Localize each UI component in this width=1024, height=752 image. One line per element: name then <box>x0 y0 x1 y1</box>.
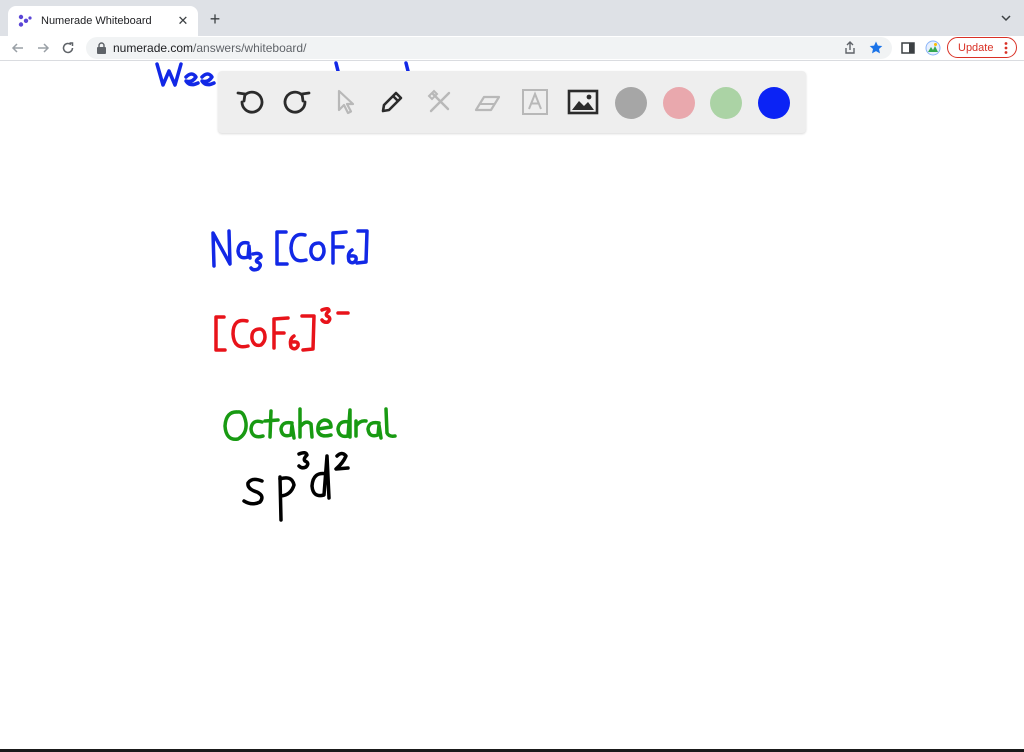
color-swatch-pink[interactable] <box>663 87 695 119</box>
ink-sp3d2 <box>242 450 350 522</box>
update-button[interactable]: Update <box>947 37 1017 58</box>
lock-icon[interactable] <box>96 42 107 54</box>
ink-cof6-3minus <box>214 306 350 352</box>
whiteboard-toolbar <box>218 71 806 133</box>
back-arrow-icon[interactable] <box>10 40 26 56</box>
profile-avatar-icon[interactable] <box>925 40 941 56</box>
tools-icon <box>427 89 451 113</box>
color-swatch-green[interactable] <box>710 87 742 119</box>
share-icon[interactable] <box>842 40 858 56</box>
side-panel-icon[interactable] <box>900 40 916 56</box>
tab-strip: Numerade Whiteboard ✕ + <box>0 0 1024 36</box>
url-host: numerade.com <box>113 41 194 55</box>
url-path: /answers/whiteboard/ <box>193 41 307 55</box>
text-button[interactable] <box>519 86 551 118</box>
chevron-down-icon[interactable] <box>1000 12 1012 24</box>
update-label: Update <box>958 41 994 54</box>
close-tab-icon[interactable]: ✕ <box>176 14 190 28</box>
more-options-icon[interactable] <box>1004 41 1008 55</box>
new-tab-icon[interactable]: + <box>206 10 224 28</box>
text-icon <box>522 89 548 115</box>
browser-toolbar: numerade.com/answers/whiteboard/ Update <box>0 36 1024 60</box>
color-swatch-blue[interactable] <box>758 87 790 119</box>
reload-icon[interactable] <box>60 40 76 56</box>
color-swatch-gray[interactable] <box>615 87 647 119</box>
ink-na3-cof6 <box>211 229 369 272</box>
pen-button[interactable] <box>376 86 408 118</box>
eraser-button[interactable] <box>471 86 503 118</box>
whiteboard-canvas[interactable] <box>0 61 1024 752</box>
url-text[interactable]: numerade.com/answers/whiteboard/ <box>113 41 306 55</box>
select-button[interactable] <box>329 86 361 118</box>
handwriting-layer <box>155 61 410 522</box>
numerade-favicon-icon <box>18 14 32 27</box>
redo-icon <box>283 90 311 114</box>
eraser-icon <box>474 95 501 112</box>
redo-button[interactable] <box>281 86 313 118</box>
tools-button[interactable] <box>424 86 456 118</box>
undo-icon <box>236 90 264 114</box>
image-button[interactable] <box>567 86 599 118</box>
image-icon <box>567 89 599 115</box>
ink-octahedral <box>223 407 397 441</box>
pen-icon <box>381 91 403 113</box>
forward-arrow-icon[interactable] <box>35 40 51 56</box>
address-bar[interactable]: numerade.com/answers/whiteboard/ <box>86 37 892 59</box>
bookmark-star-icon[interactable] <box>868 40 884 56</box>
browser-tab[interactable]: Numerade Whiteboard ✕ <box>8 6 198 36</box>
select-pointer-icon <box>337 89 355 115</box>
undo-button[interactable] <box>234 86 266 118</box>
tab-title: Numerade Whiteboard <box>41 15 152 27</box>
